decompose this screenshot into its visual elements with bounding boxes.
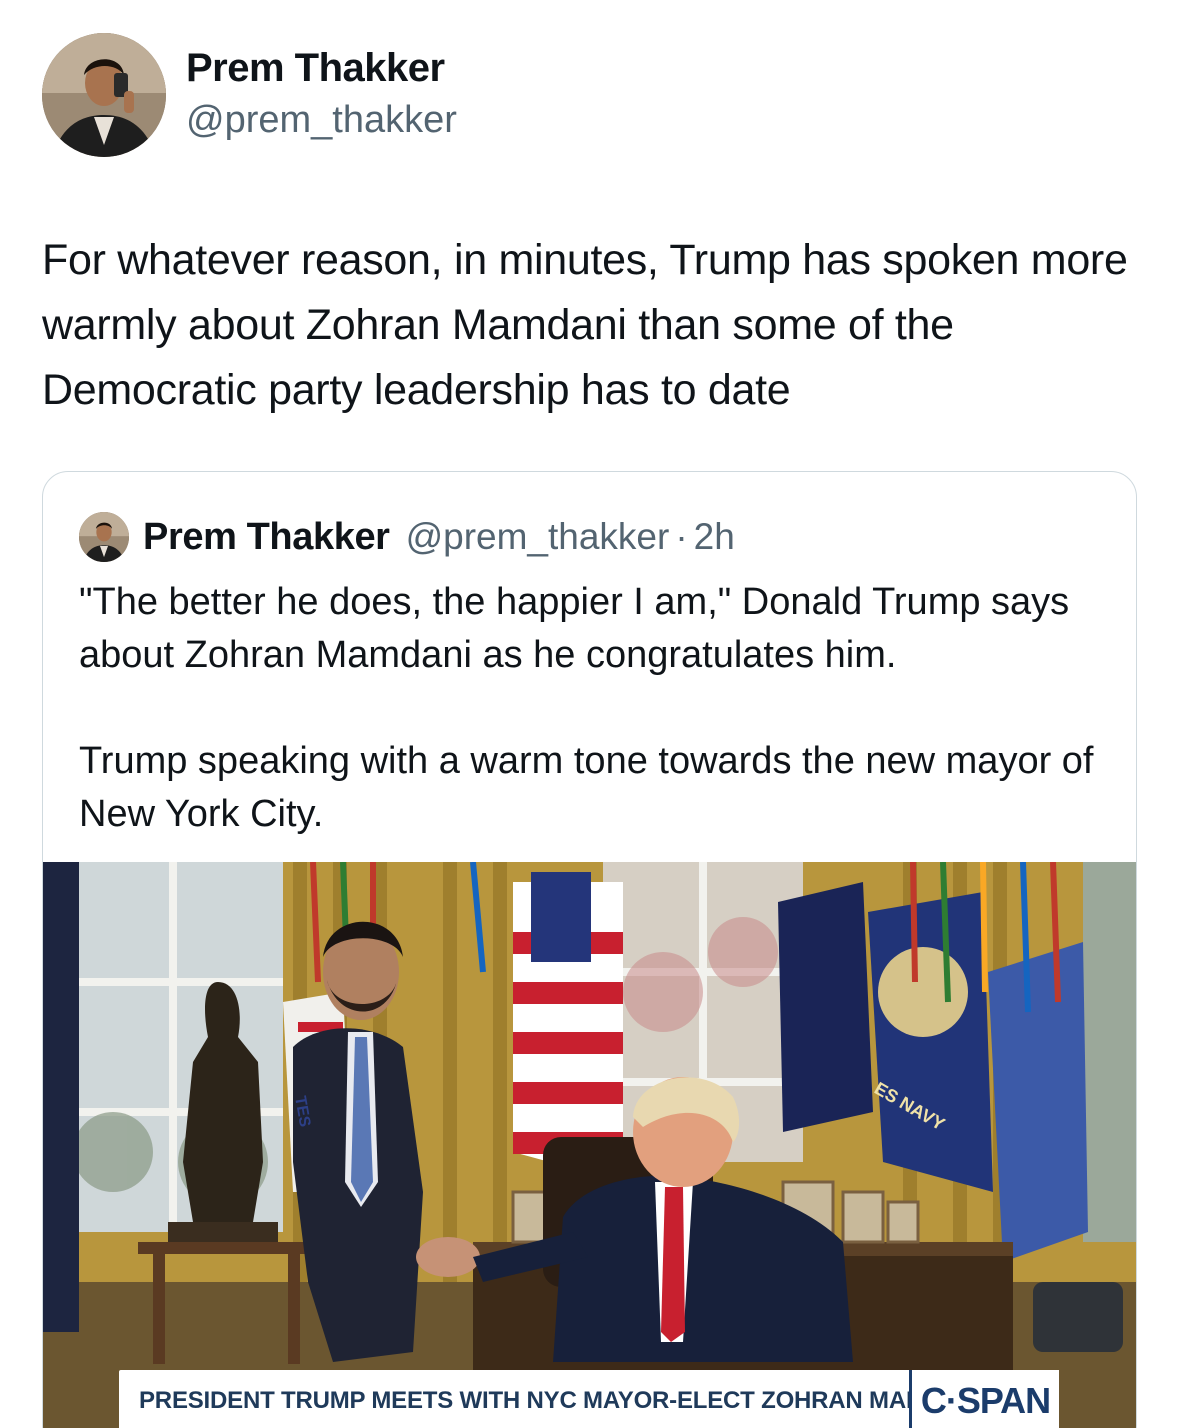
profile-photo-icon [42,33,166,157]
quoted-author-display-name[interactable]: Prem Thakker [143,516,390,559]
oval-office-scene: ES NAVYTES [43,862,1136,1428]
tweet-video-thumbnail[interactable]: ES NAVY TES PRESIDENT TRUMP MEETS WITH NY… [43,862,1136,1428]
author-avatar[interactable] [42,33,166,157]
video-caption-text: PRESIDENT TRUMP MEETS WITH NYC MAYOR-ELE… [139,1387,984,1414]
quoted-author-handle[interactable]: @prem_thakker [406,516,670,558]
author-display-name[interactable]: Prem Thakker [186,46,445,91]
video-caption-banner: PRESIDENT TRUMP MEETS WITH NYC MAYOR-ELE… [119,1370,1017,1428]
author-handle[interactable]: @prem_thakker [186,99,457,142]
tweet-text: For whatever reason, in minutes, Trump h… [42,236,1128,414]
quoted-tweet-header: Prem Thakker @prem_thakker · 2h [79,512,735,562]
quoted-tweet-card[interactable]: Prem Thakker @prem_thakker · 2h "The bet… [42,471,1137,1428]
quoted-tweet-paragraph: Trump speaking with a warm tone towards … [79,740,1094,835]
cspan-logo: C·SPAN [909,1370,1059,1428]
quoted-author-avatar[interactable] [79,512,129,562]
tweet[interactable]: Prem Thakker @prem_thakker For whatever … [0,0,1179,1428]
profile-photo-icon [79,512,129,562]
cspan-logo-text: C·SPAN [920,1380,1051,1421]
separator-dot: · [675,516,688,557]
quoted-tweet-text: "The better he does, the happier I am," … [79,576,1109,894]
quoted-tweet-timestamp[interactable]: 2h [694,516,735,558]
quoted-tweet-paragraph: "The better he does, the happier I am," … [79,581,1070,676]
